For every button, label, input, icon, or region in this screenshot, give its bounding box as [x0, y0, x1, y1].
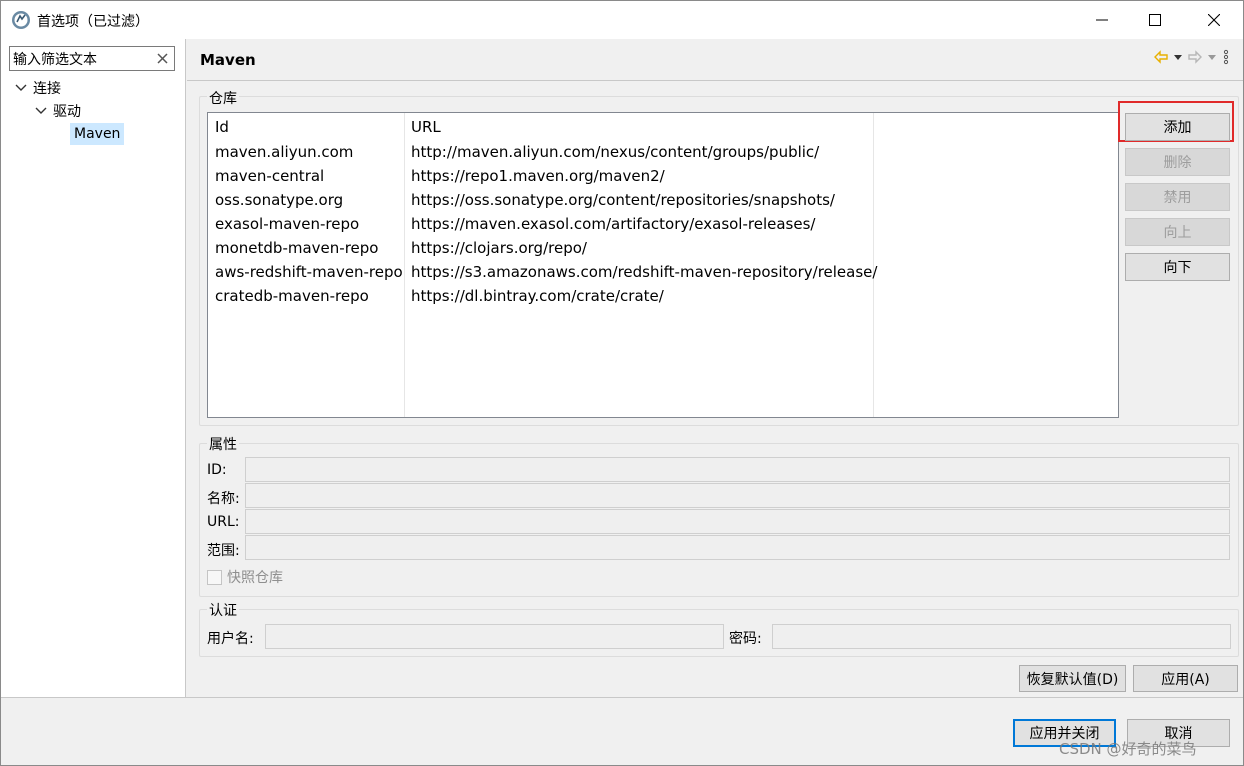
repo-id: maven-central — [215, 167, 325, 185]
scope-label: 范围: — [207, 543, 240, 559]
repo-url: http://maven.aliyun.com/nexus/content/gr… — [411, 143, 820, 161]
password-label: 密码: — [729, 631, 762, 647]
properties-group-label: 属性 — [207, 434, 239, 454]
repo-url: https://oss.sonatype.org/content/reposit… — [411, 191, 835, 209]
maximize-button[interactable] — [1132, 1, 1178, 39]
url-label: URL: — [207, 514, 240, 530]
close-icon — [1208, 14, 1220, 26]
tree-item-label: 驱动 — [53, 104, 81, 120]
page-navigation — [1153, 49, 1231, 65]
clear-filter-icon[interactable] — [155, 51, 170, 66]
forward-arrow-icon[interactable] — [1187, 49, 1203, 65]
tree-item-driver[interactable]: 驱动 — [33, 100, 81, 122]
snapshot-checkbox-row[interactable]: 快照仓库 — [207, 567, 283, 587]
id-label: ID: — [207, 462, 227, 478]
password-field[interactable] — [772, 624, 1231, 649]
tree-item-maven[interactable]: Maven — [70, 123, 125, 145]
name-field[interactable] — [245, 483, 1230, 508]
page-title: Maven — [200, 51, 256, 69]
repo-url: https://maven.exasol.com/artifactory/exa… — [411, 215, 816, 233]
dropdown-arrow-icon[interactable] — [1173, 49, 1183, 65]
filter-box — [9, 46, 175, 71]
repo-id: exasol-maven-repo — [215, 215, 360, 233]
dialog-separator — [1, 697, 1243, 698]
title-bar: 首选项（已过滤） — [1, 1, 1243, 39]
snapshot-label: 快照仓库 — [227, 570, 283, 586]
tree-item-label: 连接 — [33, 81, 61, 97]
repo-id: maven.aliyun.com — [215, 143, 354, 161]
delete-button[interactable]: 删除 — [1125, 148, 1230, 176]
repo-id: oss.sonatype.org — [215, 191, 344, 209]
preferences-window: 首选项（已过滤） 连接 驱动 Maven — [0, 0, 1244, 766]
minimize-icon — [1096, 19, 1108, 21]
close-button[interactable] — [1191, 1, 1237, 39]
id-field[interactable] — [245, 457, 1230, 482]
app-icon — [12, 11, 30, 29]
preferences-tree-panel: 连接 驱动 Maven — [1, 39, 186, 697]
repo-id: cratedb-maven-repo — [215, 287, 369, 305]
chevron-down-icon[interactable] — [13, 80, 29, 96]
name-label: 名称: — [207, 491, 240, 507]
scope-field[interactable] — [245, 535, 1230, 560]
minimize-button[interactable] — [1079, 1, 1125, 39]
tree-item-connection[interactable]: 连接 — [13, 77, 61, 99]
chevron-down-icon[interactable] — [33, 103, 49, 119]
preference-page: Maven 仓库 Id URL maven.aliyun.com http://… — [187, 39, 1243, 697]
dropdown-arrow-icon[interactable] — [1207, 49, 1217, 65]
repo-url: https://dl.bintray.com/crate/crate/ — [411, 287, 664, 305]
url-field[interactable] — [245, 509, 1230, 534]
username-field[interactable] — [265, 624, 724, 649]
add-button[interactable]: 添加 — [1125, 113, 1230, 141]
filter-input[interactable] — [13, 48, 151, 69]
auth-group-label: 认证 — [207, 600, 239, 620]
restore-defaults-button[interactable]: 恢复默认值(D) — [1019, 665, 1126, 692]
snapshot-checkbox[interactable] — [207, 569, 222, 585]
window-title: 首选项（已过滤） — [37, 14, 149, 30]
tree-item-label: Maven — [70, 123, 125, 145]
repo-url: https://clojars.org/repo/ — [411, 239, 587, 257]
repo-id: monetdb-maven-repo — [215, 239, 379, 257]
disable-button[interactable]: 禁用 — [1125, 183, 1230, 211]
repo-url: https://s3.amazonaws.com/redshift-maven-… — [411, 263, 878, 281]
watermark: CSDN @好奇的菜鸟 — [1059, 740, 1197, 758]
maximize-icon — [1149, 14, 1161, 26]
back-arrow-icon[interactable] — [1153, 49, 1169, 65]
repo-url: https://repo1.maven.org/maven2/ — [411, 167, 665, 185]
apply-button[interactable]: 应用(A) — [1133, 665, 1238, 692]
username-label: 用户名: — [207, 631, 254, 647]
repository-group-label: 仓库 — [207, 88, 239, 108]
column-separator — [404, 113, 405, 417]
column-header-id[interactable]: Id — [215, 118, 229, 136]
move-down-button[interactable]: 向下 — [1125, 253, 1230, 281]
view-menu-icon[interactable] — [1221, 49, 1231, 65]
column-header-url[interactable]: URL — [411, 118, 441, 136]
repo-id: aws-redshift-maven-repo — [215, 263, 403, 281]
repository-table[interactable]: Id URL maven.aliyun.com http://maven.ali… — [207, 112, 1119, 418]
page-header: Maven — [187, 39, 1243, 81]
move-up-button[interactable]: 向上 — [1125, 218, 1230, 246]
